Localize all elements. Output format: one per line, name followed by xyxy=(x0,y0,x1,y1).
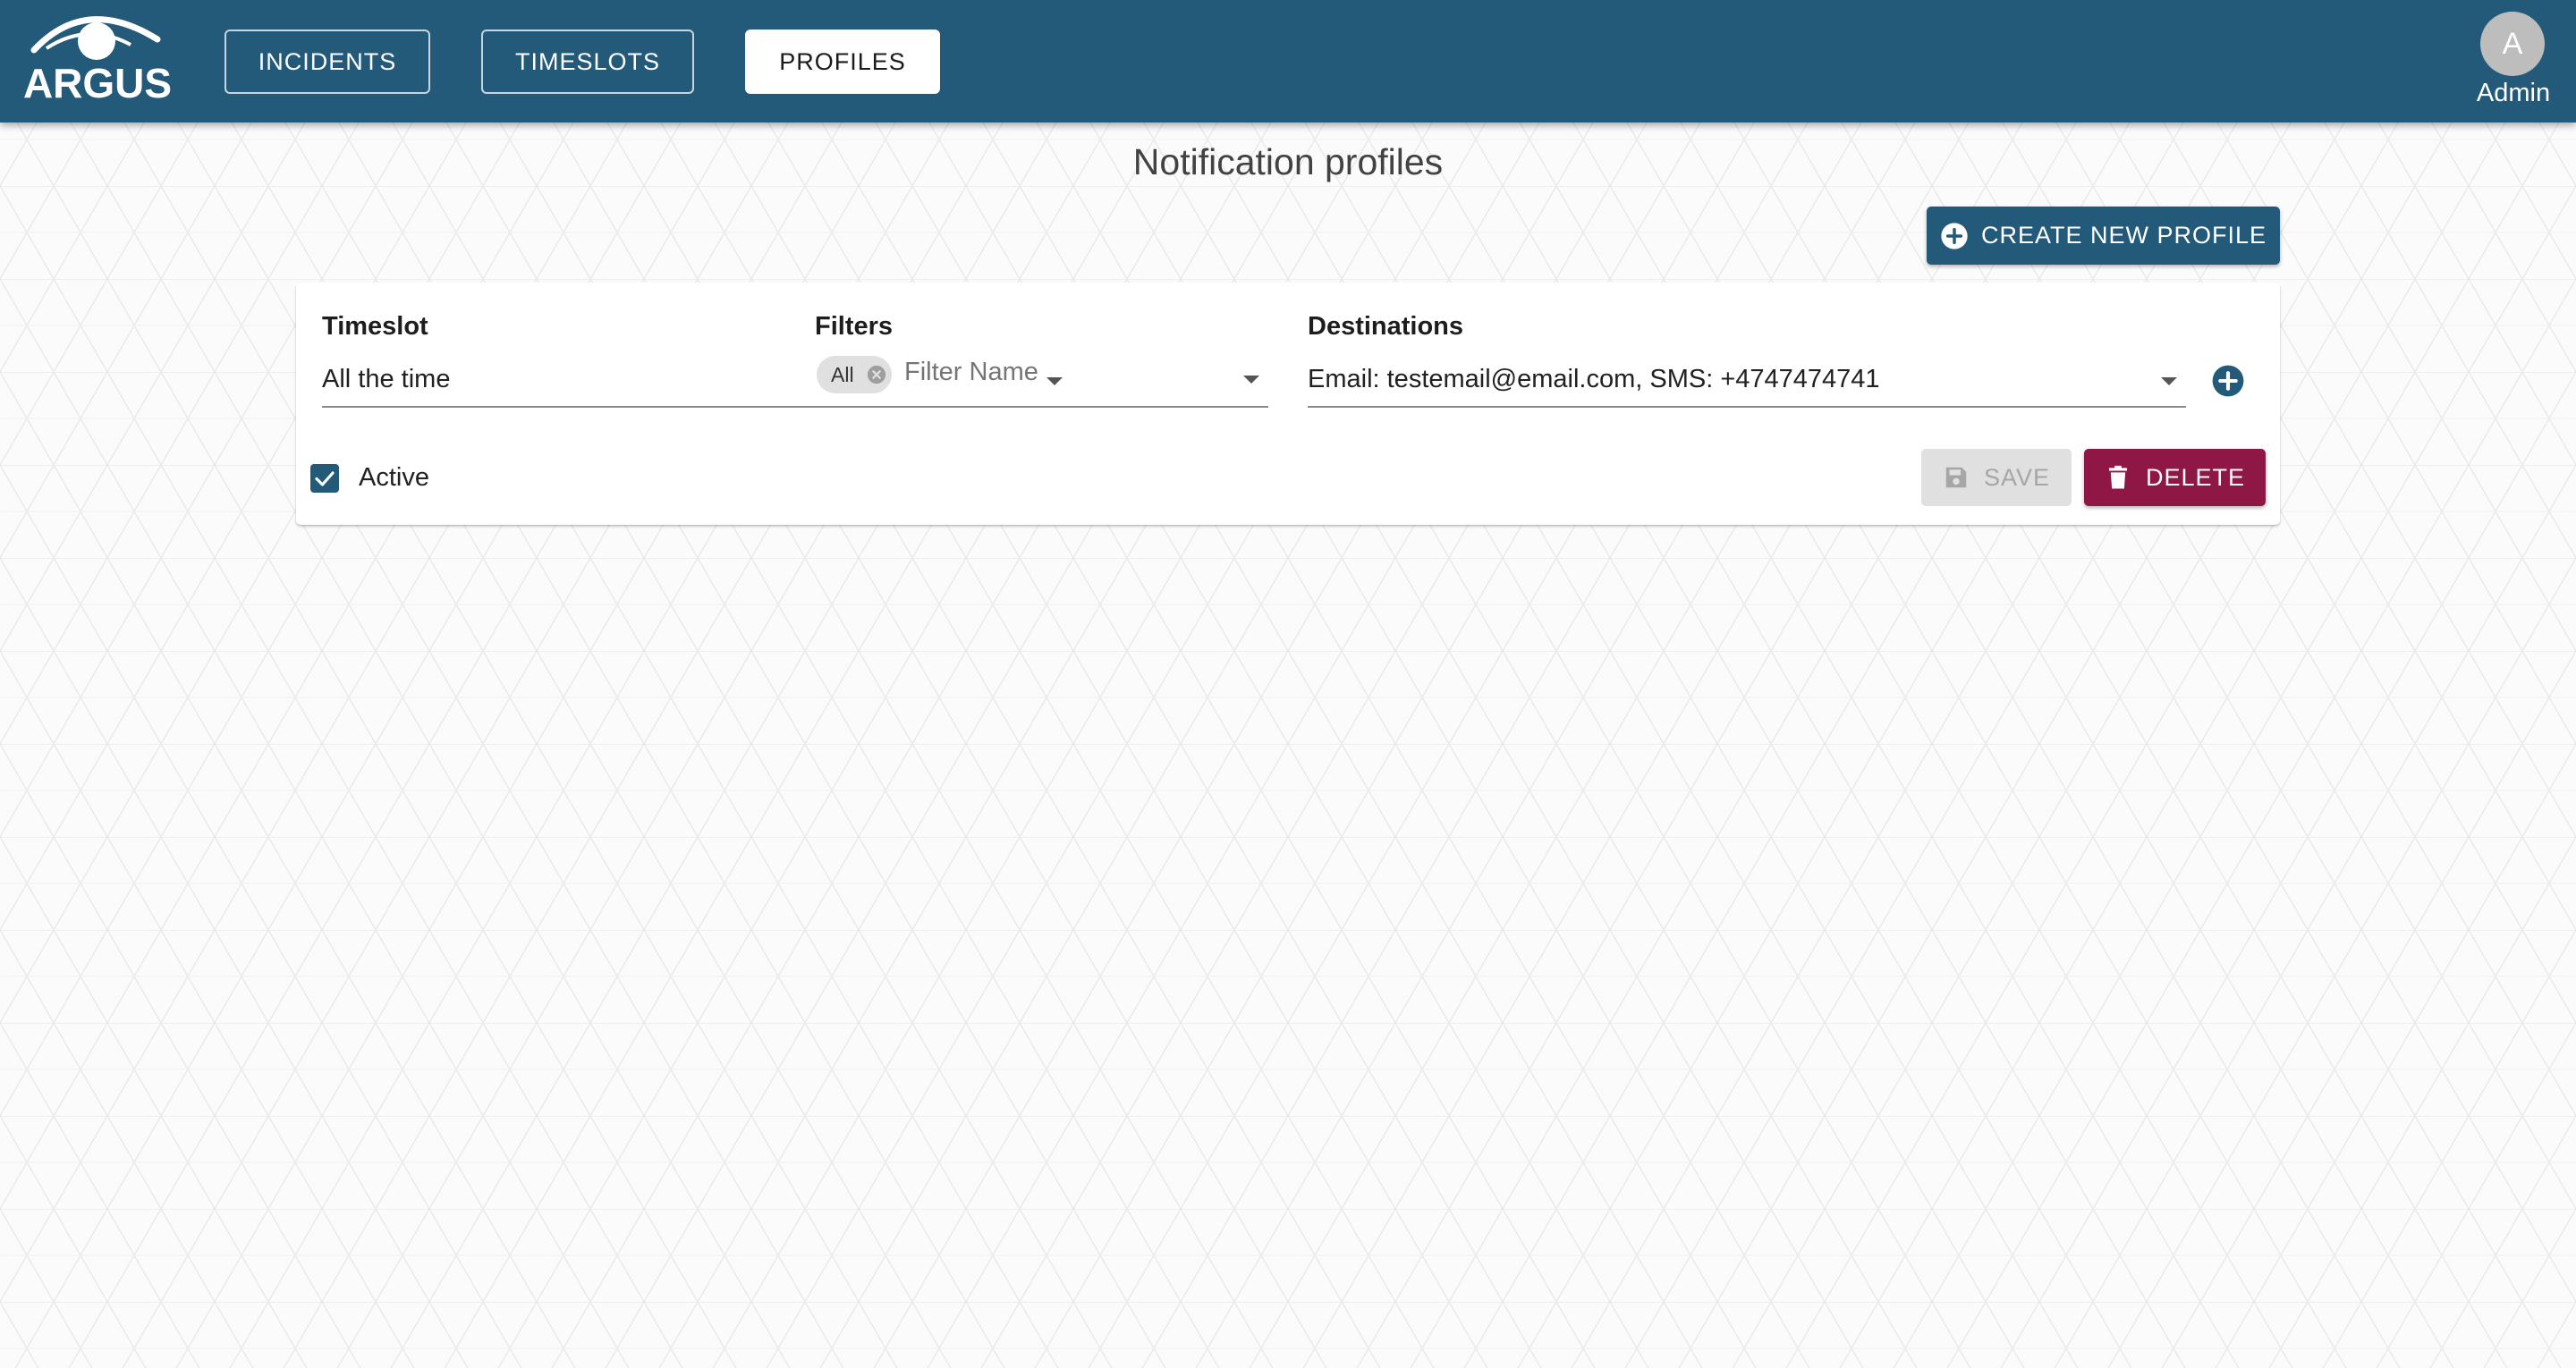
delete-button-label: DELETE xyxy=(2145,463,2246,491)
checkmark-icon xyxy=(315,471,335,486)
page-title: Notification profiles xyxy=(1132,141,1444,182)
logo-text: ARGUS xyxy=(23,60,172,106)
background-pattern xyxy=(0,0,2576,1368)
filter-name-input[interactable] xyxy=(904,358,1226,387)
filter-chip-label: All xyxy=(831,362,854,386)
save-button-label: SAVE xyxy=(1983,463,2051,491)
nav-timeslots-button[interactable]: TIMESLOTS xyxy=(481,30,694,94)
destinations-select[interactable]: Email: testemail@email.com, SMS: +474747… xyxy=(1308,358,2186,408)
create-new-profile-button[interactable]: CREATE NEW PROFILE xyxy=(1927,207,2280,265)
remove-chip-icon[interactable] xyxy=(867,365,886,384)
user-avatar[interactable]: A xyxy=(2480,12,2545,76)
filter-chip-all[interactable]: All xyxy=(817,356,892,393)
filters-autocomplete[interactable]: All xyxy=(815,356,1268,408)
nav-incidents-button[interactable]: INCIDENTS xyxy=(225,30,430,94)
active-checkbox[interactable] xyxy=(310,464,339,493)
argus-logo[interactable]: ARGUS xyxy=(23,5,172,106)
chevron-down-icon xyxy=(2161,377,2177,385)
user-name: Admin xyxy=(2476,79,2551,107)
timeslot-value: All the time xyxy=(322,365,451,393)
delete-button[interactable]: DELETE xyxy=(2084,449,2266,506)
create-new-profile-label: CREATE NEW PROFILE xyxy=(1980,222,2267,249)
add-destination-icon[interactable] xyxy=(2211,364,2245,398)
active-label: Active xyxy=(359,463,429,492)
nav-profiles-button[interactable]: PROFILES xyxy=(745,30,940,94)
timeslot-label: Timeslot xyxy=(322,312,428,341)
top-app-bar: ARGUS INCIDENTS TIMESLOTS PROFILES A Adm… xyxy=(0,0,2576,122)
filters-label: Filters xyxy=(815,312,894,341)
save-icon xyxy=(1945,467,1967,488)
destinations-label: Destinations xyxy=(1308,312,1464,341)
chevron-down-icon[interactable] xyxy=(1243,376,1259,384)
notification-profile-card: Timeslot All the time Filters All Destin… xyxy=(296,283,2280,525)
add-circle-icon xyxy=(1941,222,1968,249)
save-button[interactable]: SAVE xyxy=(1921,449,2072,506)
trash-icon xyxy=(2108,465,2127,489)
destinations-value: Email: testemail@email.com, SMS: +474747… xyxy=(1308,365,1880,393)
